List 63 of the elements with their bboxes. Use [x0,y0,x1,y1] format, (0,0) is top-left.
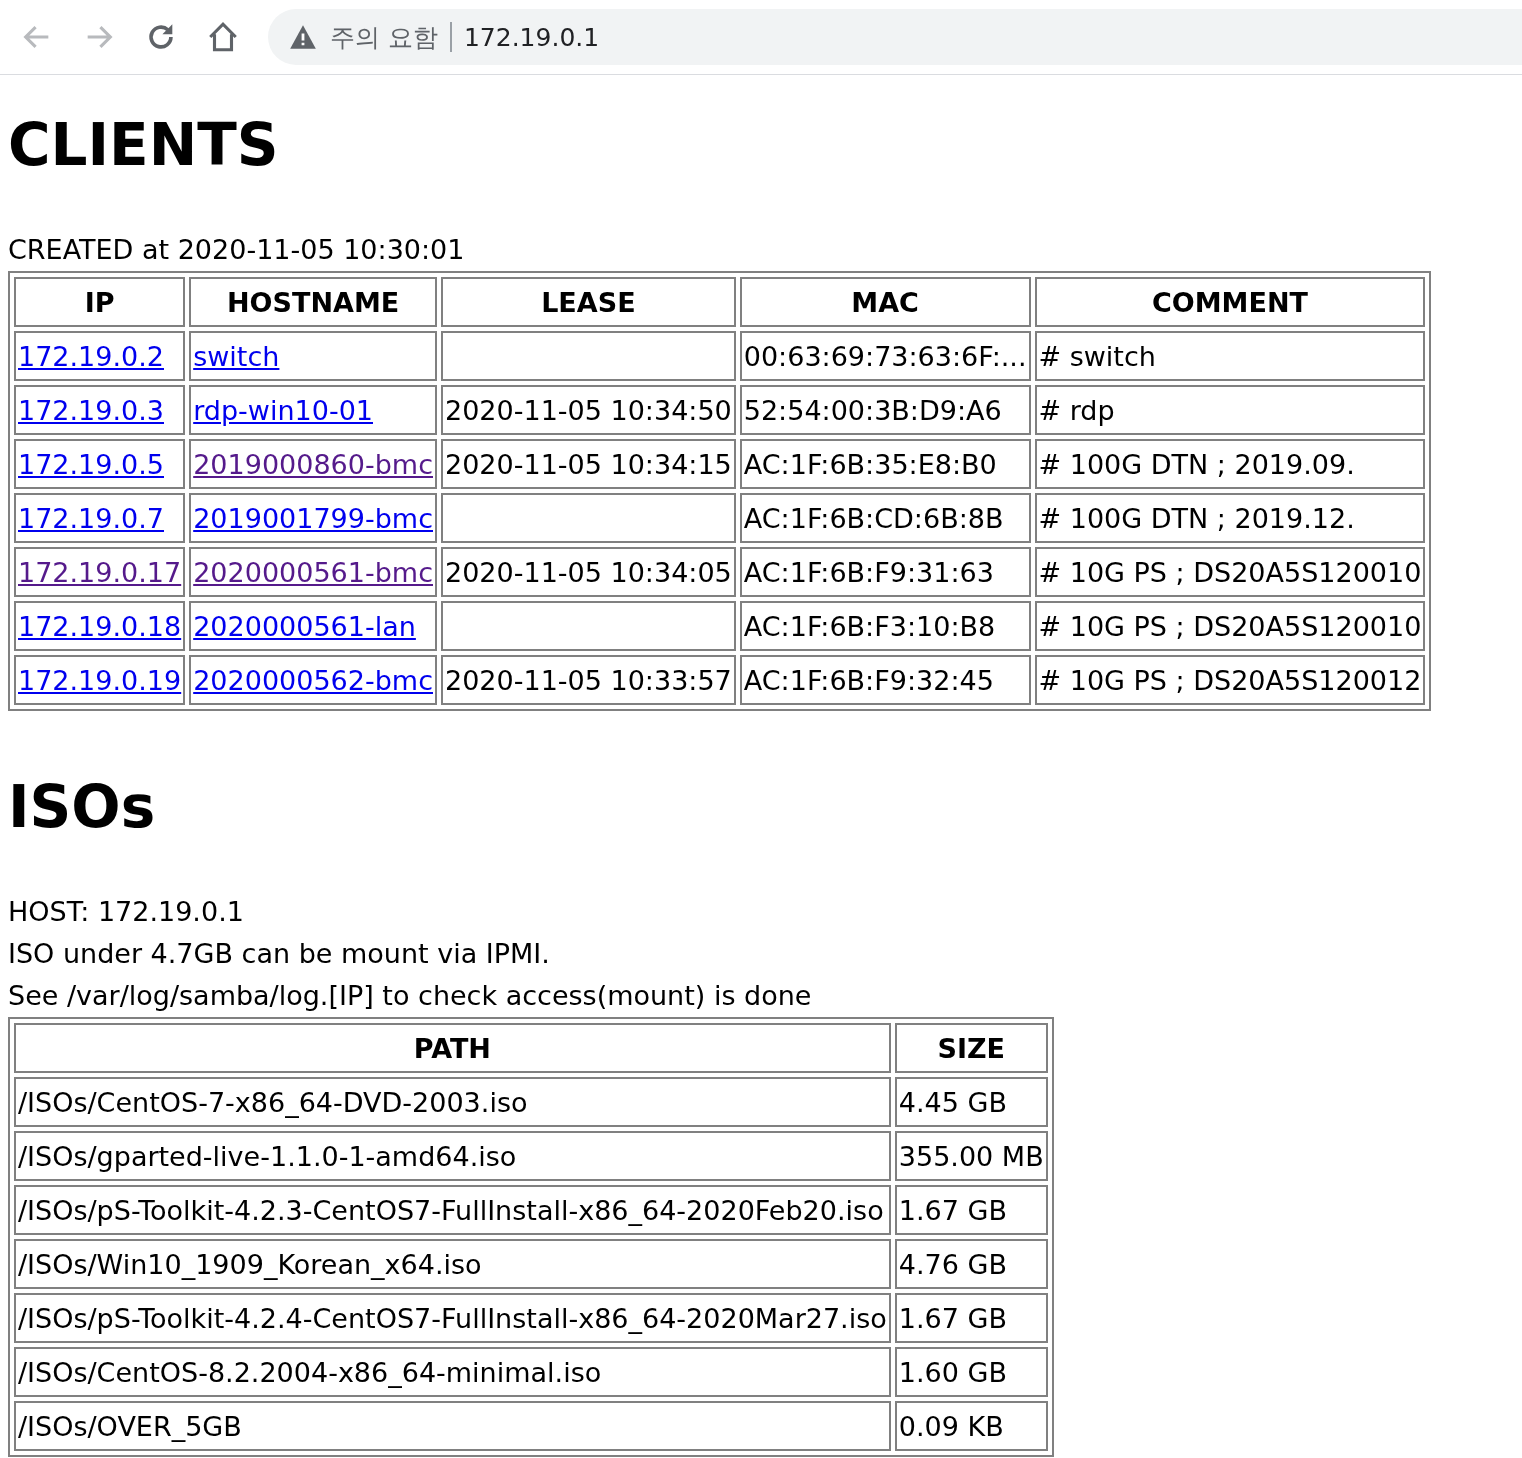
table-cell: 355.00 MB [894,1131,1048,1181]
column-header: IP [14,277,186,327]
table-cell: 1.67 GB [894,1293,1048,1343]
info-text: HOST: 172.19.0.1 [8,895,245,929]
table-cell: # 10G PS ; DS20A5S120010 [1034,601,1426,651]
created-text: CREATED at 2020-11-05 10:30:01 [8,233,466,267]
table-cell: /ISOs/pS-Toolkit-4.2.4-CentOS7-FullInstall-x86_64-2020Mar27.iso [14,1293,891,1343]
column-header: HOSTNAME [189,277,437,327]
ip-link[interactable]: 172.19.0.17 [18,556,182,588]
security-label: 주의 요함 [330,21,438,54]
table-cell: # 100G DTN ; 2019.12. [1034,493,1426,543]
table-cell: 2020-11-05 10:34:15 [441,439,736,489]
table-cell: # 100G DTN ; 2019.09. [1034,439,1426,489]
column-header: SIZE [894,1023,1048,1073]
column-header: COMMENT [1034,277,1426,327]
ip-link[interactable]: 172.19.0.2 [18,340,164,372]
address-bar[interactable]: 주의 요함 172.19.0.1 [268,9,1522,65]
table-cell: AC:1F:6B:F9:31:63 [739,547,1031,597]
table-cell: 0.09 KB [894,1401,1048,1451]
hostname-link[interactable]: 2020000561-lan [193,610,416,642]
table-cell: # 10G PS ; DS20A5S120012 [1034,655,1426,705]
table-cell: /ISOs/pS-Toolkit-4.2.3-CentOS7-FullInstall-x86_64-2020Feb20.iso [14,1185,891,1235]
table-cell: 00:63:69:73:63:6F:... [739,331,1031,381]
table-cell: 52:54:00:3B:D9:A6 [739,385,1031,435]
table-cell: /ISOs/gparted-live-1.1.0-1-amd64.iso [14,1131,891,1181]
ip-link[interactable]: 172.19.0.5 [18,448,164,480]
table-cell: /ISOs/CentOS-8.2.2004-x86_64-minimal.iso [14,1347,891,1397]
table-cell: /ISOs/CentOS-7-x86_64-DVD-2003.iso [14,1077,891,1127]
table-cell: 1.67 GB [894,1185,1048,1235]
url-text: 172.19.0.1 [463,22,600,52]
table-cell: 4.45 GB [894,1077,1048,1127]
table-cell: /ISOs/OVER_5GB [14,1401,891,1451]
hostname-link[interactable]: rdp-win10-01 [193,394,373,426]
ip-link[interactable]: 172.19.0.3 [18,394,164,426]
warning-icon [288,23,318,51]
table-cell: AC:1F:6B:35:E8:B0 [739,439,1031,489]
ip-link[interactable]: 172.19.0.19 [18,664,182,696]
hostname-link[interactable]: 2020000562-bmc [193,664,433,696]
table-cell: AC:1F:6B:F9:32:45 [739,655,1031,705]
ip-link[interactable]: 172.19.0.18 [18,610,182,642]
hostname-link[interactable]: 2019000860-bmc [193,448,433,480]
table-cell: 2020-11-05 10:34:05 [441,547,736,597]
table-cell: # switch [1034,331,1426,381]
hostname-link[interactable]: 2019001799-bmc [193,502,433,534]
info-text: See /var/log/samba/log.[IP] to check access(mount) is done [8,979,813,1013]
table-cell: AC:1F:6B:CD:6B:8B [739,493,1031,543]
info-text: ISO under 4.7GB can be mount via IPMI. [8,937,551,971]
table-cell: AC:1F:6B:F3:10:B8 [739,601,1031,651]
table-cell: /ISOs/Win10_1909_Korean_x64.iso [14,1239,891,1289]
column-header: PATH [14,1023,891,1073]
table-cell: 4.76 GB [894,1239,1048,1289]
section-heading: ISOs [8,773,157,841]
page-heading: CLIENTS [8,111,280,179]
table-cell: # rdp [1034,385,1426,435]
table-cell: 1.60 GB [894,1347,1048,1397]
table-cell: # 10G PS ; DS20A5S120010 [1034,547,1426,597]
hostname-link[interactable]: 2020000561-bmc [193,556,433,588]
table-cell: 2020-11-05 10:33:57 [441,655,736,705]
column-header: MAC [739,277,1031,327]
column-header: LEASE [441,277,736,327]
hostname-link[interactable]: switch [193,340,280,372]
table-cell: 2020-11-05 10:34:50 [441,385,736,435]
ip-link[interactable]: 172.19.0.7 [18,502,164,534]
